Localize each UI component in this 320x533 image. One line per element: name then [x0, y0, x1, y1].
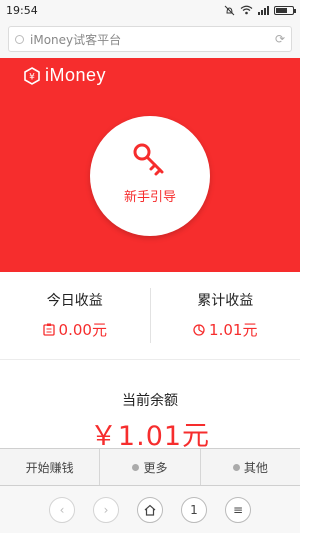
today-earnings-value: 0.00元 — [58, 321, 107, 339]
address-text[interactable]: iMoney试客平台 — [30, 31, 275, 48]
address-bar-container: iMoney试客平台 ⟳ — [0, 20, 300, 58]
total-earnings-value-row: 1.01元 — [193, 319, 257, 340]
beginner-guide-label: 新手引导 — [123, 189, 176, 205]
home-button[interactable] — [137, 496, 163, 523]
tabs-button[interactable]: 1 — [181, 496, 207, 523]
more-menu-button[interactable]: 更多 — [100, 449, 201, 485]
home-icon — [144, 504, 156, 516]
reload-icon[interactable]: ⟳ — [275, 32, 285, 46]
hamburger-icon: ≡ — [232, 502, 244, 517]
app-logo: ¥ iMoney — [24, 65, 106, 86]
today-earnings-value-row: 0.00元 — [42, 319, 107, 340]
more-label: 更多 — [143, 460, 168, 475]
bottom-menu: 开始赚钱 更多 其他 — [0, 448, 300, 486]
start-earning-button[interactable]: 开始赚钱 — [0, 449, 101, 485]
key-icon — [133, 143, 164, 175]
mute-icon — [224, 5, 235, 15]
clipboard-icon — [42, 323, 55, 336]
status-time: 19:54 — [6, 3, 38, 17]
battery-icon — [274, 5, 296, 15]
menu-button[interactable]: ≡ — [225, 496, 251, 523]
total-earnings[interactable]: 累计收益 1.01元 — [151, 272, 301, 359]
today-earnings[interactable]: 今日收益 0.00元 — [0, 272, 150, 359]
total-earnings-value: 1.01元 — [209, 321, 258, 339]
wifi-icon — [240, 5, 253, 15]
status-bar: 19:54 — [0, 0, 300, 20]
signal-icon — [258, 5, 269, 15]
balance-panel: 当前余额 ￥1.01元 — [0, 366, 300, 456]
other-dot-icon — [232, 463, 240, 471]
site-icon — [15, 34, 24, 44]
yen-hexagon-icon: ¥ — [24, 66, 40, 85]
start-earning-label: 开始赚钱 — [25, 460, 74, 475]
chevron-left-icon: ‹ — [59, 502, 65, 517]
logo-text: iMoney — [45, 65, 107, 85]
address-bar[interactable]: iMoney试客平台 ⟳ — [8, 26, 292, 52]
today-earnings-title: 今日收益 — [46, 293, 103, 309]
svg-text:¥: ¥ — [29, 72, 35, 82]
chevron-right-icon: › — [103, 502, 109, 517]
more-dot-icon — [132, 463, 140, 471]
pie-chart-icon — [193, 324, 205, 336]
other-menu-button[interactable]: 其他 — [201, 449, 300, 485]
total-earnings-title: 累计收益 — [197, 293, 254, 309]
status-icons — [224, 5, 296, 16]
forward-button[interactable]: › — [93, 496, 119, 523]
hero-banner: ¥ iMoney 新手引导 — [0, 58, 300, 272]
other-label: 其他 — [243, 460, 268, 475]
balance-title: 当前余额 — [122, 393, 178, 409]
browser-nav-bar: ‹ › 1 ≡ — [0, 486, 300, 533]
back-button[interactable]: ‹ — [49, 496, 75, 523]
beginner-guide-button[interactable]: 新手引导 — [90, 116, 210, 236]
earnings-panel: 今日收益 0.00元 累计收益 1.01元 — [0, 272, 300, 360]
tab-count: 1 — [190, 502, 198, 517]
